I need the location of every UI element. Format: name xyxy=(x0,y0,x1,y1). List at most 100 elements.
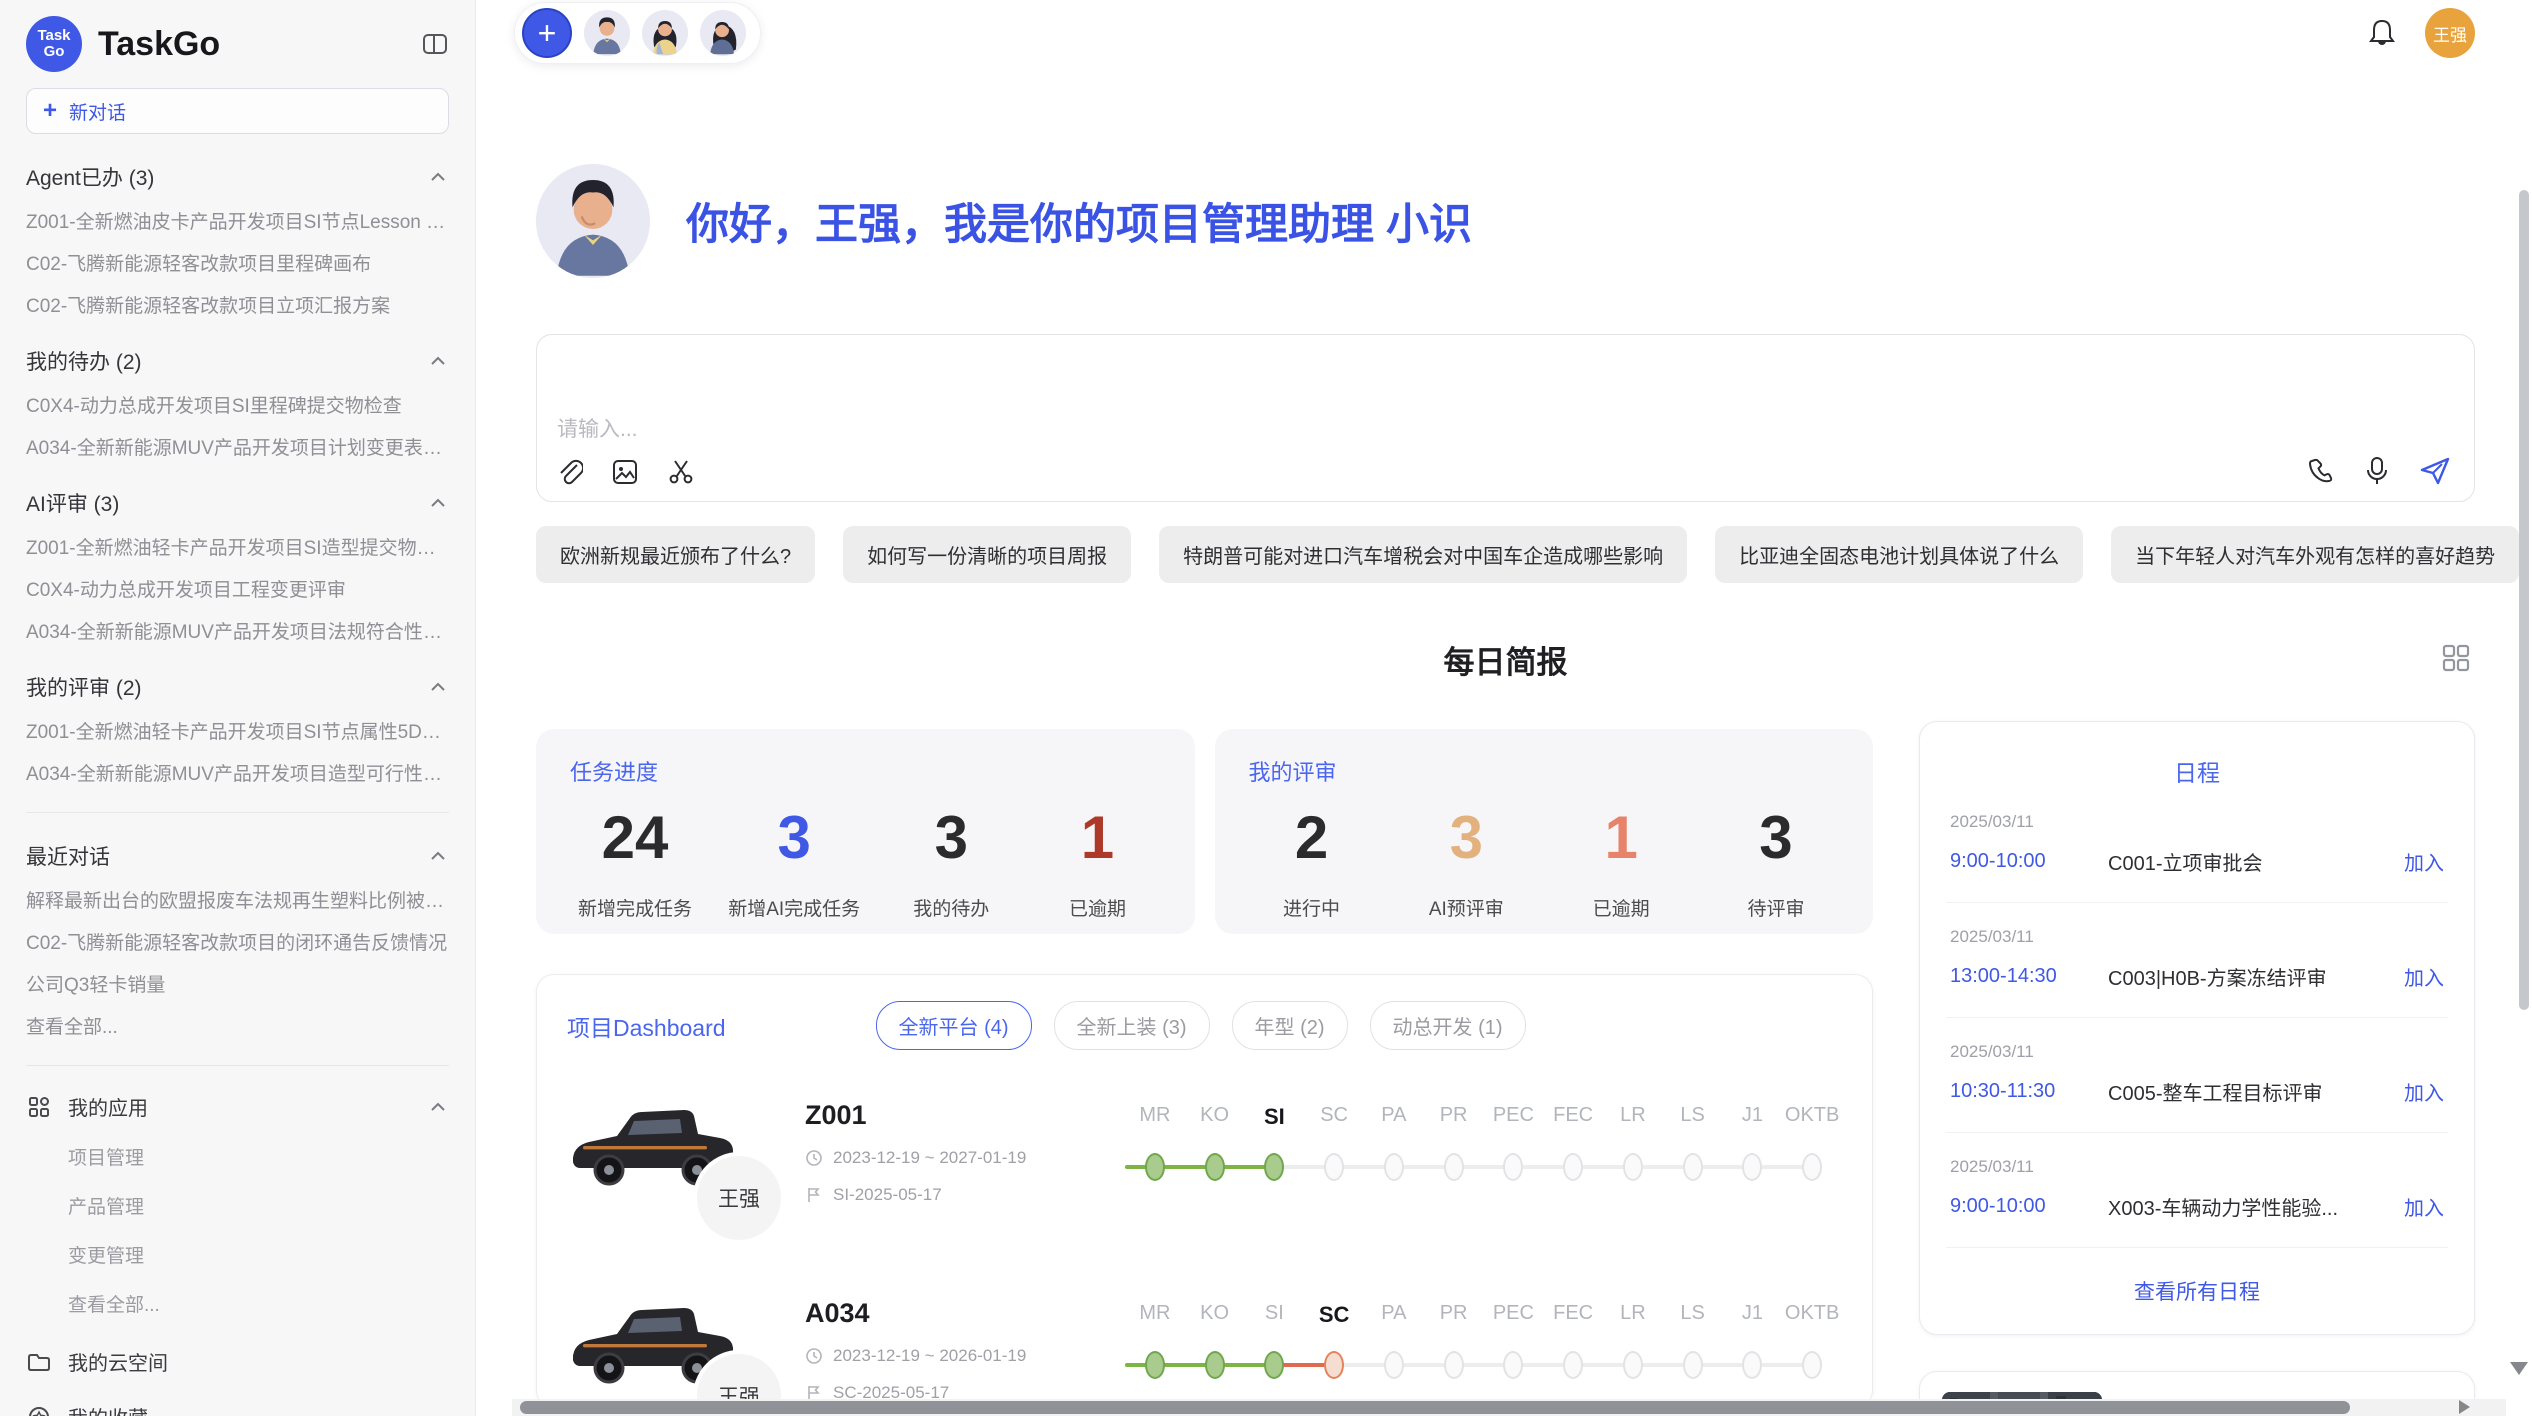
stat-item: 3AI预评审 xyxy=(1411,803,1521,921)
schedule-time: 9:00-10:00 xyxy=(1950,1195,2108,1218)
new-chat-button[interactable]: + 新对话 xyxy=(26,88,449,134)
chevron-up-icon[interactable] xyxy=(427,845,449,867)
assistant-greeting-row: 你好，王强，我是你的项目管理助理 小识 xyxy=(536,164,2475,278)
phone-call-icon[interactable] xyxy=(2306,457,2334,485)
dashboard-tab[interactable]: 全新平台 (4) xyxy=(876,1001,1032,1050)
sidebar-item[interactable]: Z001-全新燃油皮卡产品开发项目SI节点Lesson Learn报告 xyxy=(26,212,449,234)
milestone-dot xyxy=(1205,1153,1225,1181)
scroll-right-arrow[interactable] xyxy=(2459,1400,2470,1414)
chevron-up-icon[interactable] xyxy=(427,492,449,514)
suggestion-chip[interactable]: 如何写一份清晰的项目周报 xyxy=(843,526,1131,583)
schedule-row: 9:00-10:00C001-立项审批会加入 xyxy=(1950,847,2444,876)
suggestion-chip[interactable]: 当下年轻人对汽车外观有怎样的喜好趋势 xyxy=(2111,526,2519,583)
app-sub-item[interactable]: 项目管理 xyxy=(68,1143,449,1170)
sidebar-item[interactable]: C02-飞腾新能源轻客改款项目立项汇报方案 xyxy=(26,296,449,318)
milestone-label: PA xyxy=(1364,1302,1424,1328)
app-sub-item[interactable]: 变更管理 xyxy=(68,1241,449,1268)
recent-conversation-item[interactable]: 公司Q3轻卡销量 xyxy=(26,975,449,997)
sidebar-item[interactable]: C0X4-动力总成开发项目工程变更评审 xyxy=(26,580,449,602)
chevron-up-icon[interactable] xyxy=(427,1096,449,1118)
recent-conversation-item[interactable]: C02-飞腾新能源轻客改款项目的闭环通告反馈情况 xyxy=(26,933,449,955)
sidebar-recent-header[interactable]: 最近对话 xyxy=(26,841,449,871)
scroll-down-arrow[interactable] xyxy=(2510,1362,2528,1375)
dashboard-tab[interactable]: 年型 (2) xyxy=(1232,1001,1348,1050)
dashboard-tab[interactable]: 全新上装 (3) xyxy=(1054,1001,1210,1050)
microphone-icon[interactable] xyxy=(2364,456,2390,486)
sidebar-section-header[interactable]: AI评审 (3) xyxy=(26,488,449,518)
sidebar-section-header[interactable]: 我的待办 (2) xyxy=(26,346,449,376)
join-meeting-link[interactable]: 加入 xyxy=(2404,962,2444,991)
user-avatar[interactable]: 王强 xyxy=(2425,8,2475,58)
milestone-dot xyxy=(1503,1351,1523,1379)
join-meeting-link[interactable]: 加入 xyxy=(2404,1192,2444,1221)
milestone-dot xyxy=(1145,1351,1165,1379)
milestone-dots xyxy=(1125,1152,1842,1182)
join-meeting-link[interactable]: 加入 xyxy=(2404,1077,2444,1106)
schedule-name: X003-车辆动力学性能验... xyxy=(2108,1192,2390,1221)
agent-avatar-3[interactable] xyxy=(700,10,746,56)
stat-card: 任务进度24新增完成任务3新增AI完成任务3我的待办1已逾期 xyxy=(536,729,1195,934)
image-icon[interactable] xyxy=(611,458,639,486)
attachment-icon[interactable] xyxy=(557,458,583,486)
sidebar-item-favorites[interactable]: 我的收藏 xyxy=(26,1402,449,1416)
sidebar-section-header[interactable]: 我的评审 (2) xyxy=(26,672,449,702)
join-meeting-link[interactable]: 加入 xyxy=(2404,847,2444,876)
stat-value: 1 xyxy=(1042,803,1152,872)
agent-avatar-2[interactable] xyxy=(642,10,688,56)
sidebar-item[interactable]: A034-全新新能源MUV产品开发项目法规符合性评审 xyxy=(26,622,449,644)
milestone-dot-cell xyxy=(1603,1152,1663,1182)
app-sub-item[interactable]: 产品管理 xyxy=(68,1192,449,1219)
message-composer[interactable]: 请输入... xyxy=(536,334,2475,502)
sidebar-section-header[interactable]: Agent已办 (3) xyxy=(26,162,449,192)
sidebar-collapse-icon[interactable] xyxy=(421,30,449,58)
add-agent-button[interactable]: + xyxy=(522,8,572,58)
notification-bell-icon[interactable] xyxy=(2367,17,2397,49)
milestone-dot-cell xyxy=(1304,1350,1364,1380)
schedule-row: 10:30-11:30C005-整车工程目标评审加入 xyxy=(1950,1077,2444,1106)
suggestion-chip[interactable]: 特朗普可能对进口汽车增税会对中国车企造成哪些影响 xyxy=(1159,526,1687,583)
chevron-up-icon[interactable] xyxy=(427,350,449,372)
project-dates: 2023-12-19 ~ 2026-01-19 xyxy=(833,1346,1026,1366)
schedule-item: 2025/03/119:00-10:00X003-车辆动力学性能验...加入 xyxy=(1946,1133,2448,1248)
sidebar-item[interactable]: C02-飞腾新能源轻客改款项目里程碑画布 xyxy=(26,254,449,276)
milestone-dot xyxy=(1563,1153,1583,1181)
milestone-timeline: MRKOSISCPAPRPECFECLRLSJ1OKTB xyxy=(1125,1294,1842,1380)
stat-label: 进行中 xyxy=(1257,894,1367,921)
sidebar-item[interactable]: C0X4-动力总成开发项目SI里程碑提交物检查 xyxy=(26,396,449,418)
app-sub-item[interactable]: 查看全部... xyxy=(68,1290,449,1317)
agent-avatar-1[interactable] xyxy=(584,10,630,56)
scissors-icon[interactable] xyxy=(667,458,695,486)
dashboard-tab[interactable]: 动总开发 (1) xyxy=(1370,1001,1526,1050)
suggestion-chip[interactable]: 比亚迪全固态电池计划具体说了什么 xyxy=(1715,526,2083,583)
milestone-label: MR xyxy=(1125,1104,1185,1130)
layout-grid-icon[interactable] xyxy=(2441,643,2471,673)
vertical-scrollbar[interactable] xyxy=(2519,190,2529,1010)
sidebar-item[interactable]: Z001-全新燃油轻卡产品开发项目SI造型提交物评审 xyxy=(26,538,449,560)
milestone-dot xyxy=(1683,1153,1703,1181)
milestone-dot xyxy=(1563,1351,1583,1379)
sidebar-sections: Agent已办 (3) Z001-全新燃油皮卡产品开发项目SI节点Lesson L… xyxy=(26,162,449,786)
stat-grid: 24新增完成任务3新增AI完成任务3我的待办1已逾期 xyxy=(570,803,1161,921)
sidebar-item[interactable]: A034-全新新能源MUV产品开发项目造型可行性评审 xyxy=(26,764,449,786)
send-icon[interactable] xyxy=(2420,457,2450,485)
stat-value: 3 xyxy=(1411,803,1521,872)
sidebar-item-my-apps[interactable]: 我的应用 xyxy=(26,1092,449,1121)
milestone-dot-cell xyxy=(1723,1350,1783,1380)
horizontal-scrollbar[interactable] xyxy=(520,1401,2350,1414)
stat-item: 3新增AI完成任务 xyxy=(728,803,860,921)
sidebar-item-cloud-space[interactable]: 我的云空间 xyxy=(26,1347,449,1376)
milestone-label: J1 xyxy=(1723,1302,1783,1328)
milestone-timeline: MRKOSISCPAPRPECFECLRLSJ1OKTB xyxy=(1125,1096,1842,1182)
project-thumbnail: 王强 xyxy=(567,1294,805,1408)
milestone-dot xyxy=(1324,1153,1344,1181)
assistant-avatar xyxy=(536,164,650,278)
sidebar-item[interactable]: Z001-全新燃油轻卡产品开发项目SI节点属性5D文件评审 xyxy=(26,722,449,744)
sidebar-item[interactable]: A034-全新新能源MUV产品开发项目计划变更表编写 xyxy=(26,438,449,460)
recent-conversation-item[interactable]: 解释最新出台的欧盟报废车法规再生塑料比例被调至15%... xyxy=(26,891,449,913)
recent-conversation-item[interactable]: 查看全部... xyxy=(26,1017,449,1039)
chevron-up-icon[interactable] xyxy=(427,166,449,188)
suggestion-chip[interactable]: 欧洲新规最近颁布了什么? xyxy=(536,526,815,583)
chevron-up-icon[interactable] xyxy=(427,676,449,698)
view-all-schedule-link[interactable]: 查看所有日程 xyxy=(1946,1248,2448,1314)
milestone-label: PR xyxy=(1424,1302,1484,1328)
